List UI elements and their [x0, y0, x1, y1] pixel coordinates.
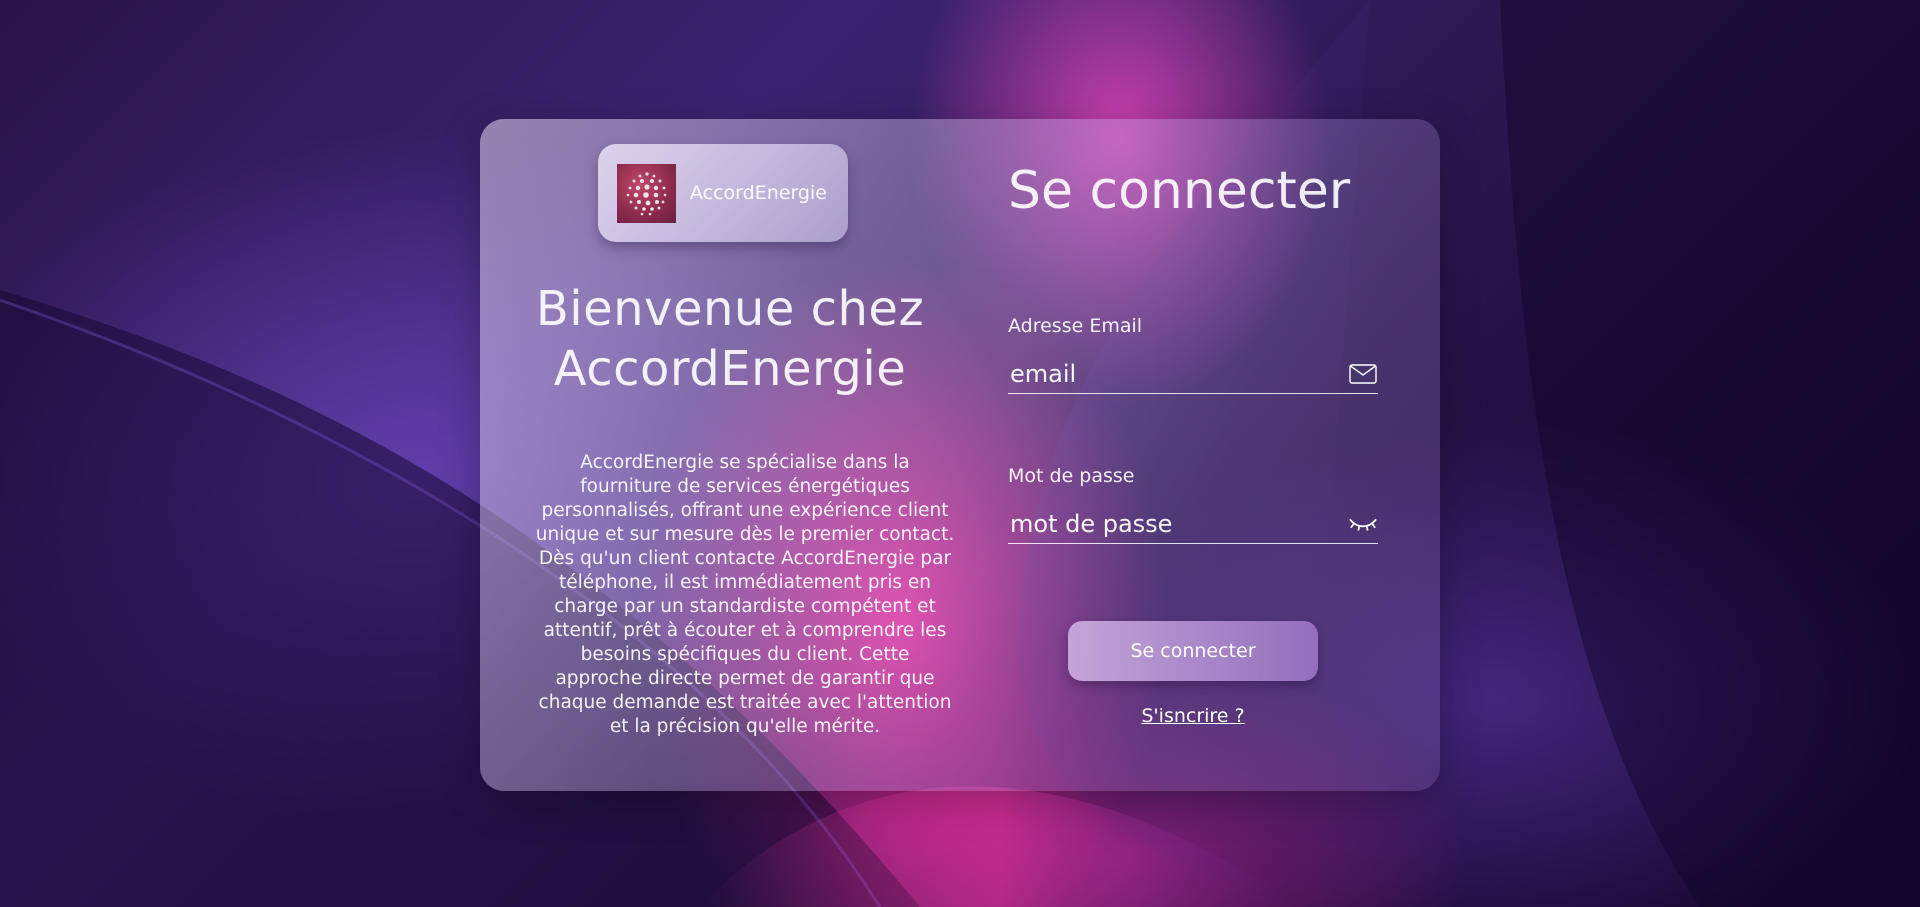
password-field	[1008, 507, 1378, 544]
login-button[interactable]: Se connecter	[1068, 621, 1318, 681]
welcome-line-1: Bienvenue chez	[535, 281, 925, 337]
eye-closed-icon[interactable]	[1348, 512, 1378, 536]
login-card: AccordEnergie Bienvenue chez AccordEnerg…	[480, 119, 1440, 791]
envelope-icon	[1348, 362, 1378, 386]
email-field	[1008, 357, 1378, 394]
signup-link[interactable]: S'isncrire ?	[1068, 705, 1318, 727]
login-title: Se connecter	[1008, 161, 1351, 221]
password-input[interactable]	[1010, 509, 1330, 539]
email-input[interactable]	[1010, 359, 1330, 389]
email-label: Adresse Email	[1008, 315, 1143, 337]
sphere-dots-logo-icon	[617, 163, 676, 223]
company-description: AccordEnergie se spécialise dans la four…	[535, 452, 955, 737]
welcome-heading: Bienvenue chez AccordEnergie	[520, 279, 940, 399]
password-label: Mot de passe	[1008, 465, 1135, 487]
brand-badge: AccordEnergie	[598, 144, 848, 242]
welcome-line-2: AccordEnergie	[553, 341, 907, 397]
brand-name: AccordEnergie	[690, 182, 827, 204]
